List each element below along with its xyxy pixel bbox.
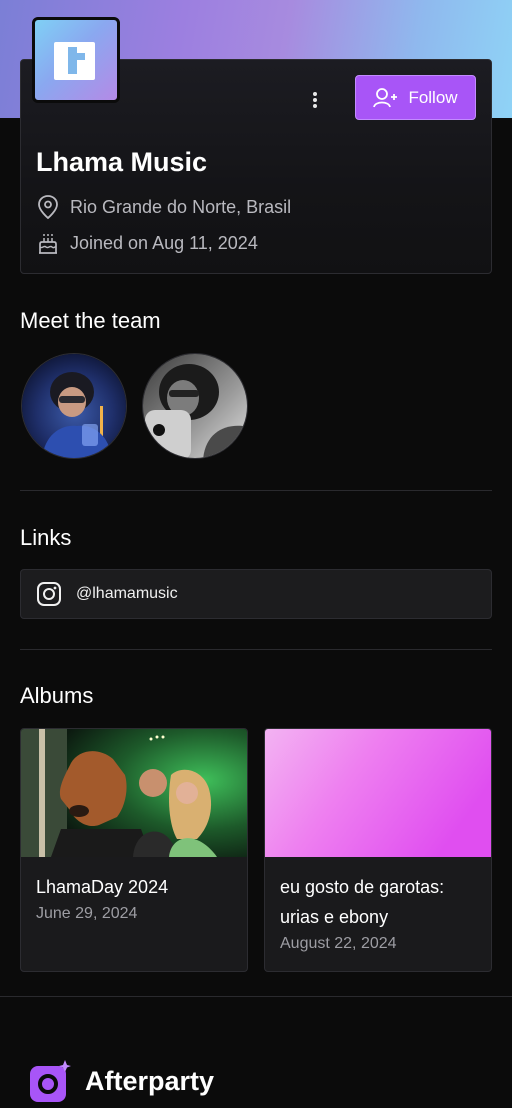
section-divider — [20, 490, 492, 491]
location-text: Rio Grande do Norte, Brasil — [70, 196, 292, 217]
lhama-logo-icon — [54, 42, 95, 80]
footer-divider — [0, 996, 512, 997]
footer-brand: Afterparty — [85, 1065, 215, 1096]
album-cover — [265, 729, 491, 857]
profile-name: Lhama Music — [36, 147, 208, 177]
add-user-icon — [373, 87, 398, 107]
link-instagram[interactable]: @lhamamusic — [20, 569, 492, 619]
cake-icon — [39, 234, 57, 254]
team-section-title: Meet the team — [20, 308, 161, 333]
follow-label: Follow — [408, 87, 458, 107]
member-photo — [22, 354, 126, 458]
member-photo — [143, 354, 247, 458]
album-cover — [21, 729, 247, 857]
profile-avatar — [32, 17, 120, 103]
album-card[interactable]: LhamaDay 2024 June 29, 2024 — [20, 728, 248, 972]
profile-location: Rio Grande do Norte, Brasil — [36, 194, 291, 220]
team-member-avatar[interactable] — [21, 353, 127, 459]
instagram-handle: @lhamamusic — [76, 585, 178, 602]
links-section-title: Links — [20, 525, 72, 550]
album-card[interactable]: eu gosto de garotas: urias e ebony Augus… — [264, 728, 492, 972]
album-title: eu gosto de garotas: urias e ebony — [280, 877, 445, 927]
album-date: June 29, 2024 — [36, 905, 138, 922]
more-vertical-icon — [313, 92, 317, 108]
follow-button[interactable]: Follow — [355, 75, 476, 120]
afterparty-logo-icon — [30, 1060, 71, 1102]
albums-section-title: Albums — [20, 683, 94, 708]
album-cover-image — [21, 729, 247, 857]
team-member-avatar[interactable] — [142, 353, 248, 459]
location-pin-icon — [38, 195, 58, 220]
joined-text: Joined on Aug 11, 2024 — [70, 232, 258, 253]
footer-logo[interactable]: Afterparty — [29, 1060, 214, 1102]
section-divider — [20, 649, 492, 650]
profile-joined: Joined on Aug 11, 2024 — [36, 231, 258, 255]
instagram-icon — [37, 582, 61, 606]
album-date: August 22, 2024 — [280, 935, 397, 952]
more-options-button[interactable] — [306, 87, 324, 115]
album-title: LhamaDay 2024 — [36, 877, 169, 897]
album-cover-image — [265, 729, 491, 857]
